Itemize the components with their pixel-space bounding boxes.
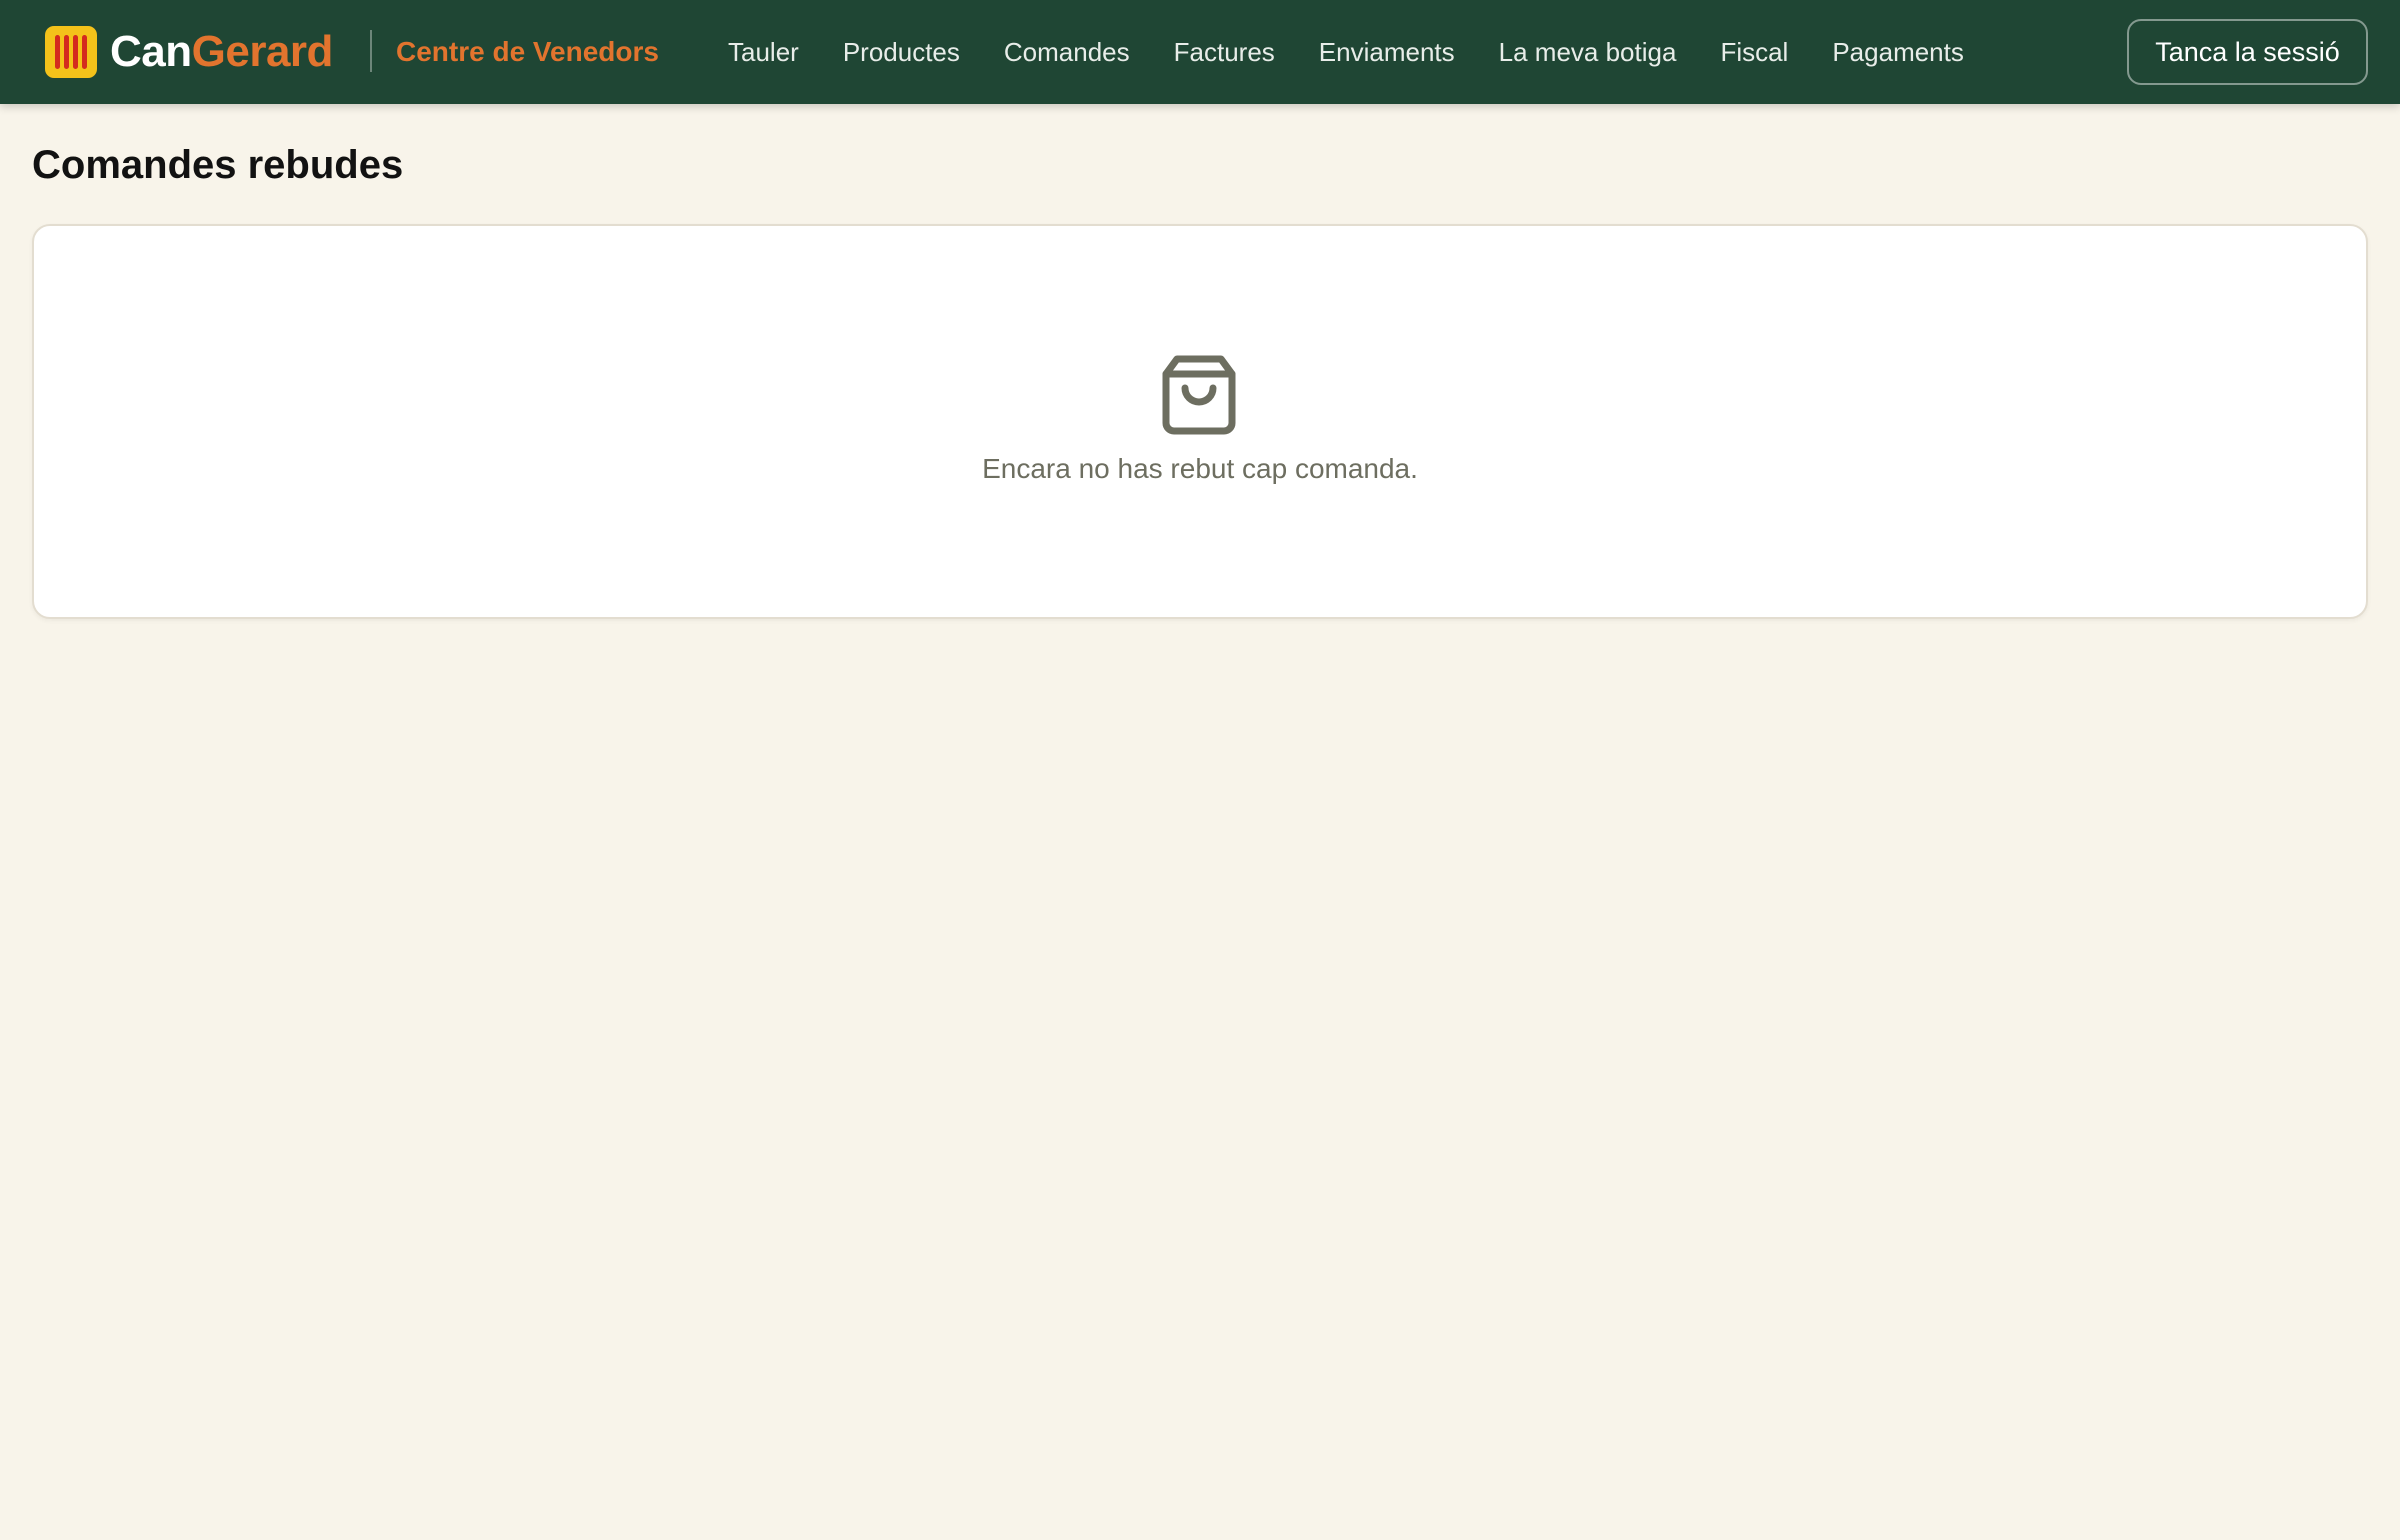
brand-name: CanGerard: [110, 26, 333, 78]
header-divider: [370, 30, 372, 72]
logo-stripe: [64, 35, 69, 69]
main-nav: Tauler Productes Comandes Factures Envia…: [728, 34, 2008, 70]
empty-state-message: Encara no has rebut cap comanda.: [982, 453, 1418, 484]
brand-name-part-a: Can: [110, 27, 192, 76]
section-title: Centre de Venedors: [396, 36, 659, 67]
nav-item-comandes[interactable]: Comandes: [1004, 34, 1130, 70]
brand-logo-link[interactable]: CanGerard: [45, 26, 333, 78]
logo-stripe: [73, 35, 78, 69]
senyera-flag-icon: [45, 26, 97, 78]
nav-item-enviaments[interactable]: Enviaments: [1319, 34, 1455, 70]
logo-stripe: [55, 35, 60, 69]
nav-item-productes[interactable]: Productes: [843, 34, 960, 70]
shopping-bag-icon: [1162, 355, 1236, 435]
top-navigation-bar: CanGerard Centre de Venedors Tauler Prod…: [0, 0, 2400, 104]
logo-stripe: [82, 35, 87, 69]
nav-item-pagaments[interactable]: Pagaments: [1832, 34, 1964, 70]
nav-item-fiscal[interactable]: Fiscal: [1720, 34, 1788, 70]
nav-item-tauler[interactable]: Tauler: [728, 34, 799, 70]
nav-item-factures[interactable]: Factures: [1174, 34, 1275, 70]
nav-item-la-meva-botiga[interactable]: La meva botiga: [1499, 34, 1677, 70]
page-title: Comandes rebudes: [32, 143, 404, 187]
logout-button[interactable]: Tanca la sessió: [2127, 19, 2368, 85]
brand-name-part-b: Gerard: [191, 27, 334, 76]
